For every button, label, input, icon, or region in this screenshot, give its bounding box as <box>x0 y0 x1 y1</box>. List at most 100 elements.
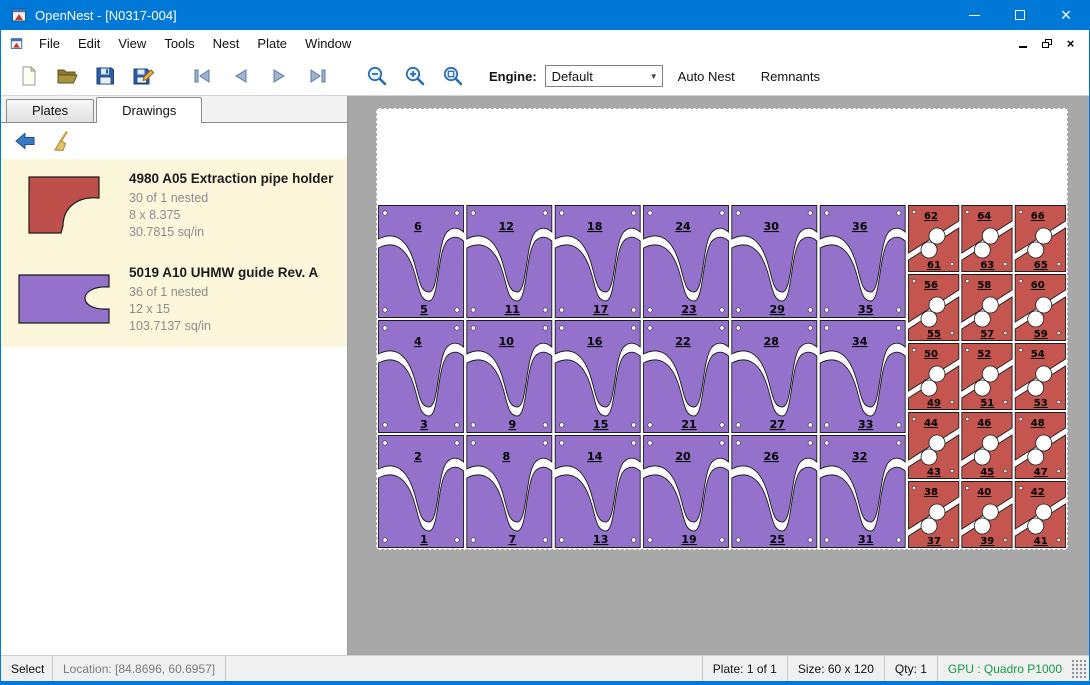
nested-part-pair-red[interactable]: 6059 <box>1015 275 1065 341</box>
part-number: 61 <box>927 260 941 271</box>
chevron-down-icon[interactable]: ▼ <box>646 72 662 81</box>
nested-part-pair-purple[interactable]: 1615 <box>555 321 640 433</box>
next-plate-button[interactable] <box>263 61 295 91</box>
menu-tools[interactable]: Tools <box>155 31 203 56</box>
nested-part-pair-red[interactable]: 4645 <box>962 413 1012 479</box>
part-number: 21 <box>681 418 696 431</box>
previous-arrow-icon <box>229 65 253 87</box>
nested-part-pair-purple[interactable]: 1413 <box>555 436 640 548</box>
new-file-button[interactable] <box>13 61 45 91</box>
broom-icon <box>51 129 75 153</box>
save-button[interactable] <box>89 61 121 91</box>
nested-part-pair-purple[interactable]: 2625 <box>732 436 817 548</box>
part-number: 62 <box>924 211 938 222</box>
part-number: 1 <box>420 533 428 546</box>
nested-part-pair-red[interactable]: 5655 <box>909 275 959 341</box>
menu-plate[interactable]: Plate <box>248 31 296 56</box>
engine-select[interactable]: Default ▼ <box>545 65 663 87</box>
nested-part-pair-red[interactable]: 4241 <box>1015 482 1065 548</box>
save-as-button[interactable] <box>127 61 159 91</box>
zoom-out-button[interactable] <box>361 61 393 91</box>
open-folder-icon <box>56 65 78 87</box>
first-plate-button[interactable] <box>187 61 219 91</box>
nested-part-pair-red[interactable]: 62 61 <box>909 206 959 272</box>
part-number: 36 <box>852 220 868 233</box>
part-number: 22 <box>675 335 690 348</box>
engine-selected-value: Default <box>546 69 646 84</box>
clean-button[interactable] <box>49 128 77 154</box>
part-number: 44 <box>924 418 938 429</box>
mdi-minimize-button[interactable] <box>1012 34 1033 53</box>
part-number: 46 <box>977 418 991 429</box>
part-number: 47 <box>1034 467 1048 478</box>
part-number: 66 <box>1031 211 1045 222</box>
auto-nest-button[interactable]: Auto Nest <box>667 63 746 90</box>
nested-part-pair-red[interactable]: 5857 <box>962 275 1012 341</box>
plate-size: Size: 60 x 120 <box>787 656 884 681</box>
nested-part-pair-purple[interactable]: 109 <box>467 321 552 433</box>
nested-part-pair-red[interactable]: 6463 <box>962 206 1012 272</box>
drawing-title: 5019 A10 UHMW guide Rev. A <box>129 265 318 280</box>
part-number: 6 <box>414 220 422 233</box>
nested-part-pair-purple[interactable]: 43 <box>379 321 464 433</box>
statusbar: Select Location: [84.8696, 60.6957] Plat… <box>1 655 1089 681</box>
nested-part-pair-red[interactable]: 5453 <box>1015 344 1065 410</box>
nested-part-pair-purple[interactable]: 65 <box>379 206 464 318</box>
menu-edit[interactable]: Edit <box>69 31 109 56</box>
save-icon <box>94 65 116 87</box>
titlebar[interactable]: OpenNest - [N0317-004] × <box>1 0 1089 30</box>
nested-part-pair-purple[interactable]: 2019 <box>644 436 729 548</box>
nest-view[interactable]: 6512111817242330293635431091615222128273… <box>377 204 1067 549</box>
nested-part-pair-purple[interactable]: 2423 <box>644 206 729 318</box>
zoom-in-button[interactable] <box>399 61 431 91</box>
previous-plate-button[interactable] <box>225 61 257 91</box>
maximize-button[interactable] <box>997 0 1043 30</box>
open-file-button[interactable] <box>51 61 83 91</box>
gpu-indicator: GPU : Quadro P1000 <box>937 656 1072 681</box>
menu-file[interactable]: File <box>30 31 69 56</box>
nested-part-pair-red[interactable]: 3837 <box>909 482 959 548</box>
nested-part-pair-red[interactable]: 6665 <box>1015 206 1065 272</box>
mdi-close-button[interactable]: × <box>1060 34 1081 53</box>
minimize-button[interactable] <box>951 0 997 30</box>
close-button[interactable]: × <box>1043 0 1089 30</box>
tab-drawings[interactable]: Drawings <box>96 97 202 123</box>
mdi-restore-button[interactable] <box>1036 34 1057 53</box>
nested-part-pair-red[interactable]: 4847 <box>1015 413 1065 479</box>
remnants-button[interactable]: Remnants <box>750 63 831 90</box>
nested-part-pair-purple[interactable]: 3433 <box>820 321 905 433</box>
part-number: 59 <box>1034 329 1048 340</box>
menu-window[interactable]: Window <box>296 31 360 56</box>
resize-grip[interactable] <box>1072 660 1087 679</box>
menu-nest[interactable]: Nest <box>204 31 249 56</box>
nested-part-pair-purple[interactable]: 22 21 <box>644 321 729 433</box>
nested-part-pair-purple[interactable]: 87 <box>467 436 552 548</box>
nested-part-pair-purple[interactable]: 3231 <box>820 436 905 548</box>
return-part-button[interactable] <box>11 128 39 154</box>
nested-part-pair-purple[interactable]: 2827 <box>732 321 817 433</box>
part-number: 14 <box>587 450 603 463</box>
nested-part-pair-purple[interactable]: 1817 <box>555 206 640 318</box>
nest-canvas[interactable]: 6512111817242330293635431091615222128273… <box>348 96 1089 655</box>
part-number: 30 <box>764 220 780 233</box>
nested-part-pair-red[interactable]: 4039 <box>962 482 1012 548</box>
nested-part-pair-purple[interactable]: 3029 <box>732 206 817 318</box>
tab-plates[interactable]: Plates <box>6 99 94 122</box>
menu-view[interactable]: View <box>109 31 155 56</box>
last-plate-button[interactable] <box>301 61 333 91</box>
drawing-list-item[interactable]: 4980 A05 Extraction pipe holder 30 of 1 … <box>1 159 347 253</box>
part-number: 19 <box>681 533 696 546</box>
drawing-list-item[interactable]: 5019 A10 UHMW guide Rev. A 36 of 1 neste… <box>1 253 347 347</box>
nested-part-pair-red[interactable]: 5251 <box>962 344 1012 410</box>
nested-part-pair-purple[interactable]: 3635 <box>820 206 905 318</box>
zoom-fit-button[interactable] <box>437 61 469 91</box>
drawing-size: 12 x 15 <box>129 301 318 318</box>
part-number: 56 <box>924 280 938 291</box>
window-title: OpenNest - [N0317-004] <box>35 8 177 23</box>
nested-part-pair-red[interactable]: 5049 <box>909 344 959 410</box>
tabstrip: Plates Drawings <box>1 96 347 123</box>
nested-part-pair-purple[interactable]: 1211 <box>467 206 552 318</box>
nested-part-pair-purple[interactable]: 21 <box>379 436 464 548</box>
nested-part-pair-red[interactable]: 4443 <box>909 413 959 479</box>
part-number: 39 <box>980 536 994 547</box>
